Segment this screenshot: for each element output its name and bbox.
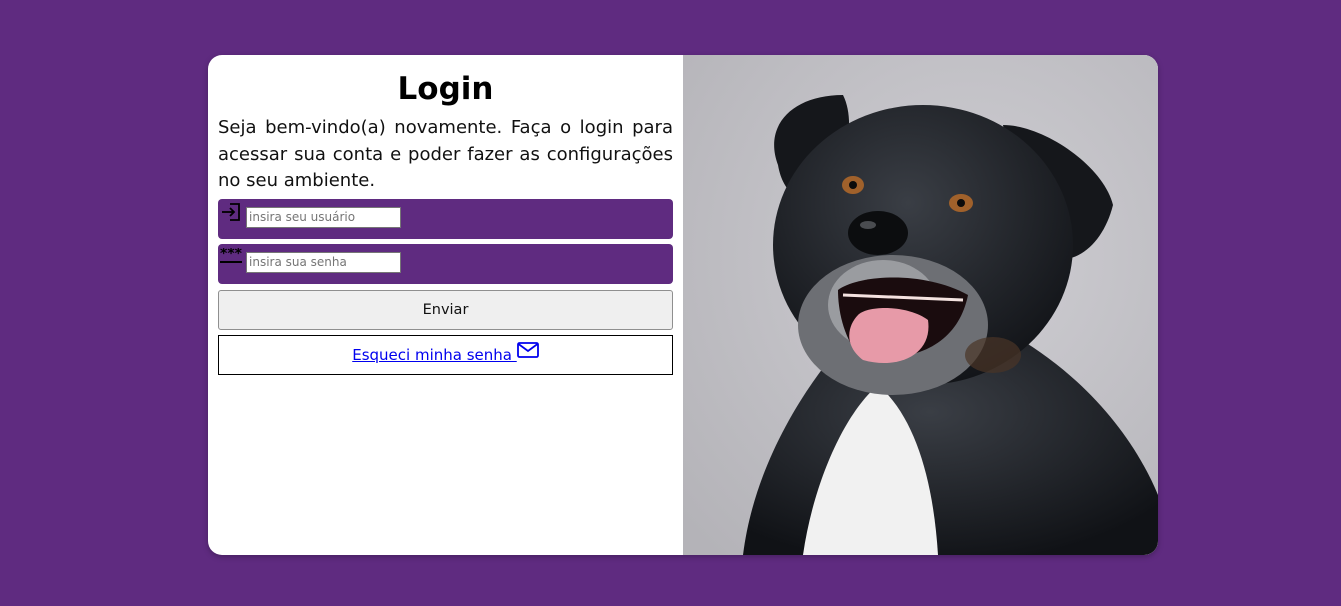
dog-photo: [683, 55, 1158, 555]
password-icon: ***: [220, 246, 243, 266]
svg-text:***: ***: [220, 248, 242, 262]
login-arrow-icon: [220, 202, 242, 221]
dog-illustration: [683, 55, 1158, 555]
forgot-password-link[interactable]: Esqueci minha senha: [352, 341, 539, 364]
username-input[interactable]: [246, 206, 401, 228]
forgot-password-box: Esqueci minha senha: [218, 334, 673, 375]
password-input[interactable]: [246, 251, 401, 273]
login-panel: Login Seja bem-vindo(a) novamente. Faça …: [208, 55, 683, 555]
password-row: ***: [218, 243, 673, 284]
envelope-icon: [516, 341, 539, 358]
login-card: Login Seja bem-vindo(a) novamente. Faça …: [208, 55, 1158, 555]
username-row: [218, 198, 673, 239]
submit-button[interactable]: Enviar: [218, 289, 673, 330]
welcome-text: Seja bem-vindo(a) novamente. Faça o logi…: [218, 117, 673, 191]
page-title: Login: [397, 71, 494, 107]
forgot-password-label: Esqueci minha senha: [352, 345, 517, 364]
